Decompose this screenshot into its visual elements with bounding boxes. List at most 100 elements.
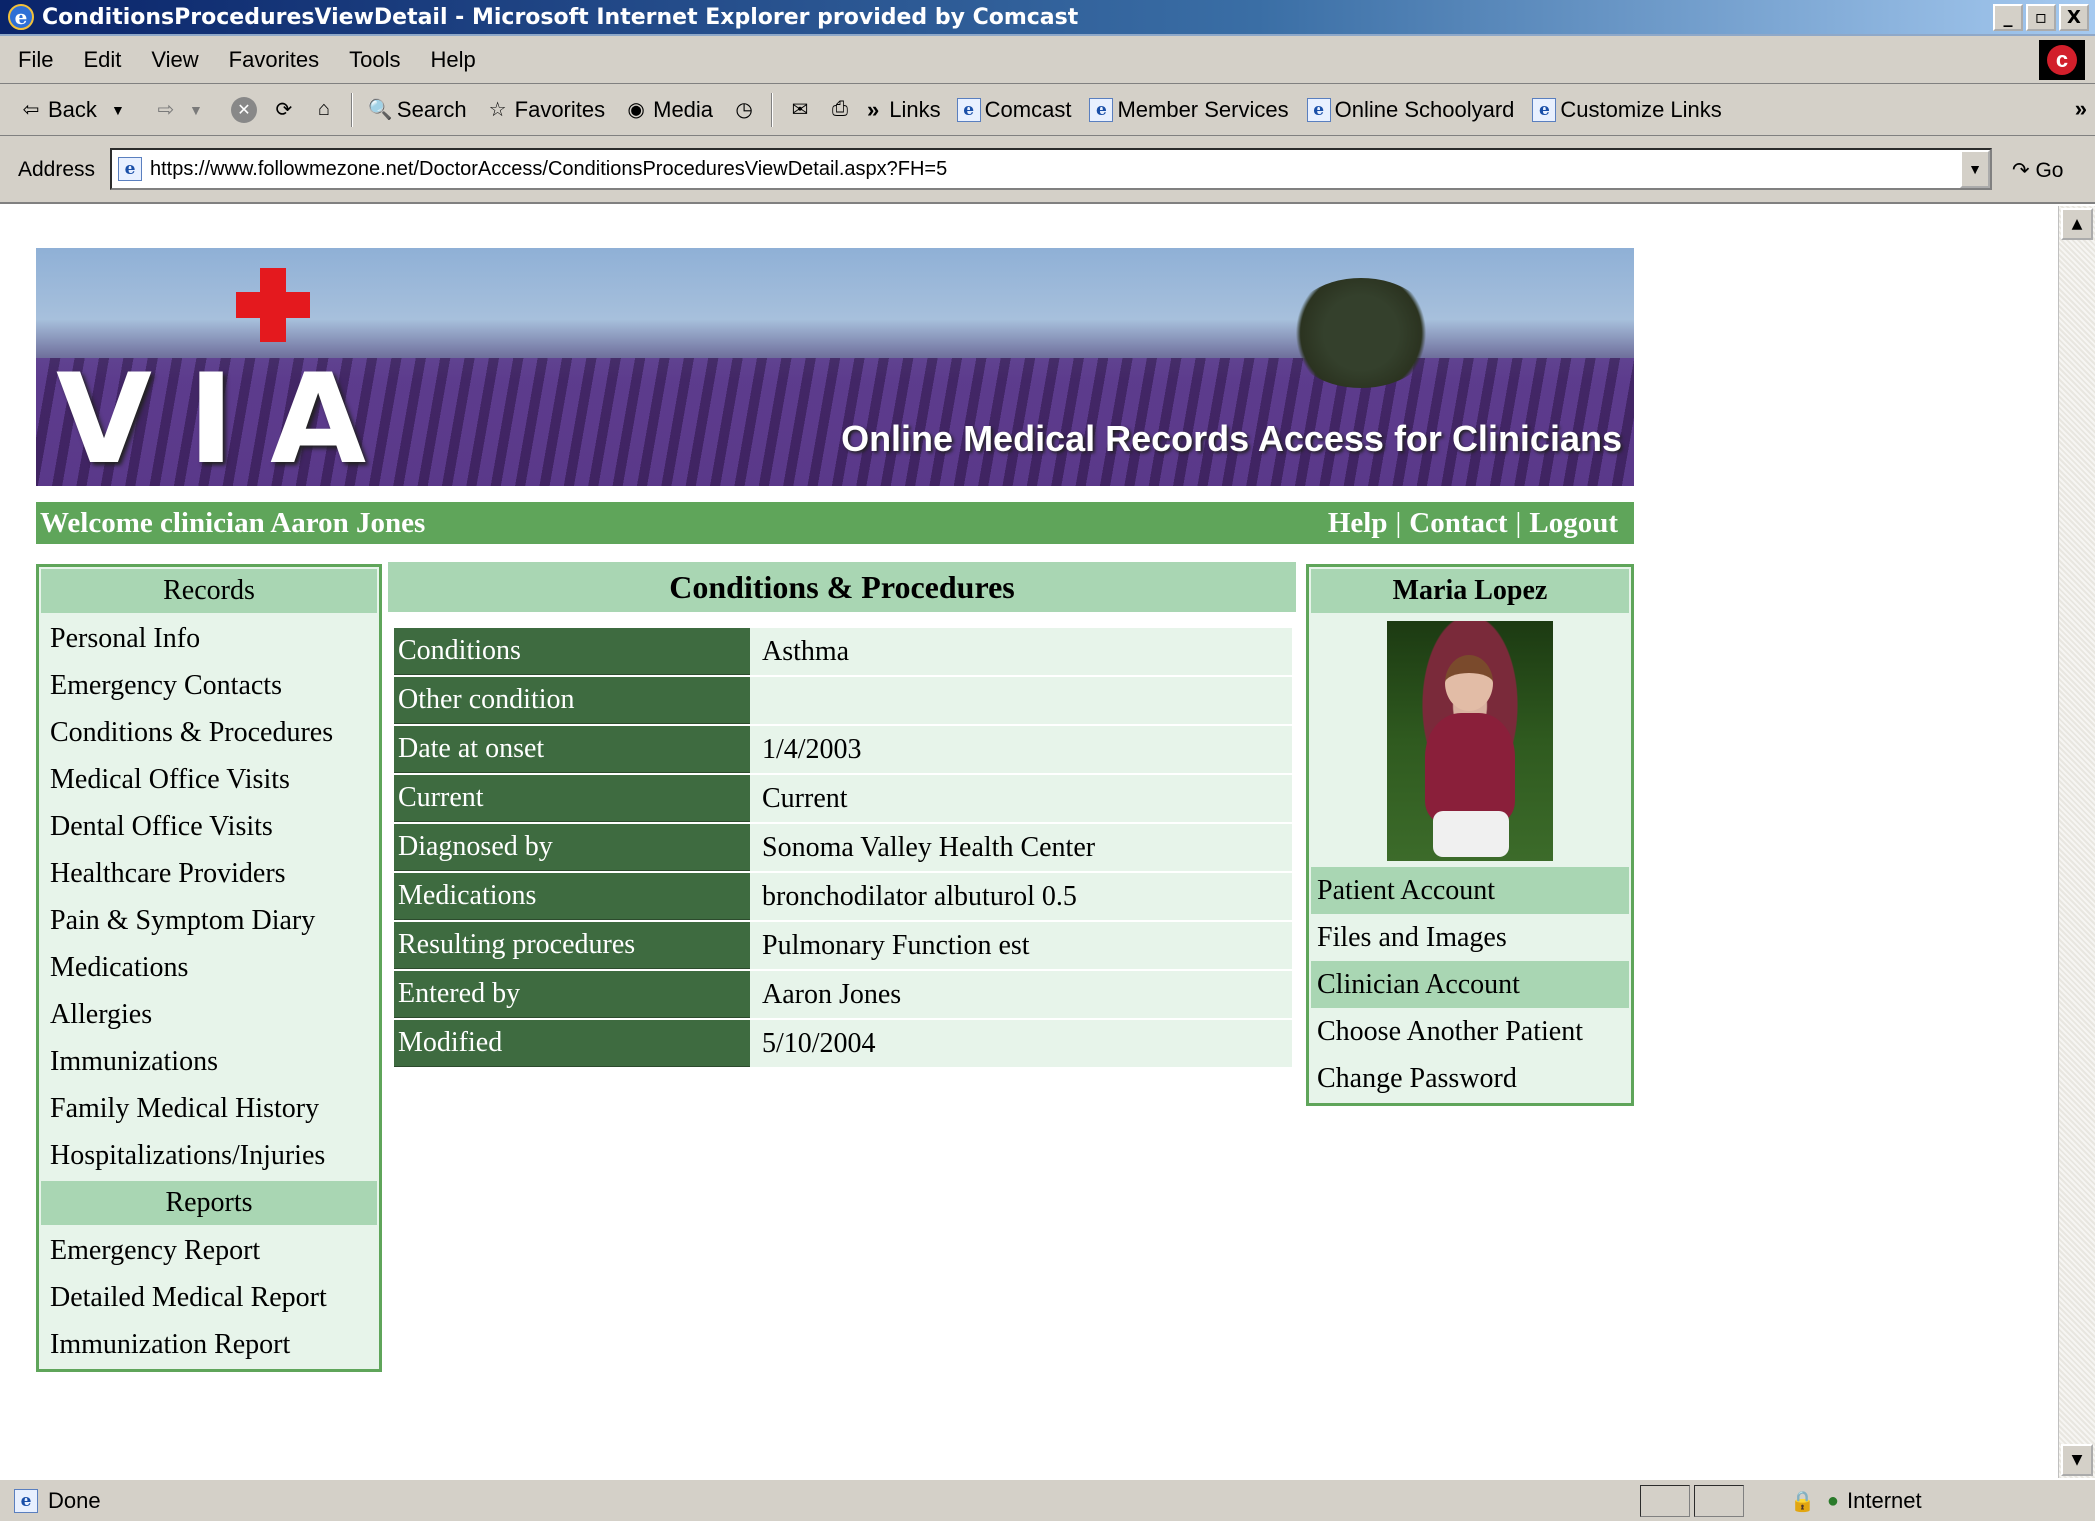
minimize-button[interactable]: _ — [1993, 4, 2023, 31]
choose-another-patient-link[interactable]: Choose Another Patient — [1311, 1008, 1629, 1055]
menu-view[interactable]: View — [151, 47, 198, 73]
field-value: 5/10/2004 — [750, 1020, 1292, 1067]
banner-tagline: Online Medical Records Access for Clinic… — [841, 418, 1622, 459]
clinician-account-link[interactable]: Clinician Account — [1311, 961, 1629, 1008]
records-nav-panel: Records Personal Info Emergency Contacts… — [36, 564, 382, 1372]
media-button[interactable]: ◉ Media — [623, 97, 713, 123]
standard-toolbar: ⇦ Back ▼ ⇨ ▼ ✕ ⟳ ⌂ 🔍 Search ☆ Favorites … — [0, 84, 2095, 136]
address-input[interactable]: e https://www.followmezone.net/DoctorAcc… — [110, 148, 1992, 190]
table-row: Medications bronchodilator albuturol 0.5 — [394, 873, 1292, 920]
top-links: Help | Contact | Logout — [1328, 507, 1618, 540]
nav-emergency-report[interactable]: Emergency Report — [39, 1227, 379, 1274]
nav-medical-office-visits[interactable]: Medical Office Visits — [39, 756, 379, 803]
red-cross-icon — [236, 268, 310, 342]
via-header-banner: V I A Online Medical Records Access for … — [36, 248, 1634, 486]
patient-photo — [1387, 621, 1553, 861]
field-label: Date at onset — [394, 726, 750, 773]
link-online-schoolyard[interactable]: e Online Schoolyard — [1306, 97, 1514, 123]
nav-pain-symptom-diary[interactable]: Pain & Symptom Diary — [39, 897, 379, 944]
nav-conditions-procedures[interactable]: Conditions & Procedures — [39, 709, 379, 756]
nav-allergies[interactable]: Allergies — [39, 991, 379, 1038]
back-arrow-icon: ⇦ — [22, 99, 40, 121]
nav-family-medical-history[interactable]: Family Medical History — [39, 1085, 379, 1132]
mail-icon[interactable]: ✉ — [787, 97, 813, 123]
table-row: Modified 5/10/2004 — [394, 1020, 1292, 1067]
logout-link[interactable]: Logout — [1529, 507, 1618, 539]
toolbar-separator — [350, 92, 353, 127]
nav-detailed-medical-report[interactable]: Detailed Medical Report — [39, 1274, 379, 1321]
toolbar-overflow-chevron-icon[interactable]: » — [867, 97, 879, 123]
field-value: Asthma — [750, 628, 1292, 675]
nav-dental-office-visits[interactable]: Dental Office Visits — [39, 803, 379, 850]
menu-tools[interactable]: Tools — [349, 47, 400, 73]
nav-healthcare-providers[interactable]: Healthcare Providers — [39, 850, 379, 897]
search-button[interactable]: 🔍 Search — [367, 97, 466, 123]
contact-link[interactable]: Contact — [1409, 507, 1507, 539]
link-member-services[interactable]: e Member Services — [1089, 97, 1289, 123]
scroll-up-arrow-icon[interactable]: ▲ — [2061, 208, 2093, 240]
records-heading: Records — [41, 569, 377, 613]
nav-personal-info[interactable]: Personal Info — [39, 615, 379, 662]
home-icon[interactable]: ⌂ — [311, 97, 337, 123]
link-customize-links[interactable]: e Customize Links — [1532, 97, 1722, 123]
help-link[interactable]: Help — [1328, 507, 1388, 539]
links-overflow-chevron-icon[interactable]: » — [2075, 96, 2087, 122]
nav-hospitalizations-injuries[interactable]: Hospitalizations/Injuries — [39, 1132, 379, 1179]
internet-explorer-icon: e — [8, 4, 34, 30]
forward-button[interactable]: ⇨ ▼ — [153, 97, 213, 123]
ie-page-icon: e — [956, 97, 981, 122]
comcast-logo: c — [2039, 40, 2085, 80]
via-logo: V I A — [56, 348, 367, 486]
patient-account-link[interactable]: Patient Account — [1311, 867, 1629, 914]
link-comcast[interactable]: e Comcast — [956, 97, 1071, 123]
search-icon: 🔍 — [367, 99, 393, 121]
reports-heading: Reports — [41, 1181, 377, 1225]
ie-page-icon: e — [118, 157, 142, 181]
vertical-scrollbar[interactable]: ▲ ▼ — [2058, 206, 2095, 1478]
refresh-icon[interactable]: ⟳ — [271, 97, 297, 123]
address-bar: Address e https://www.followmezone.net/D… — [0, 136, 2095, 204]
window-controls: _ ▫ X — [1993, 4, 2089, 31]
field-label: Resulting procedures — [394, 922, 750, 969]
nav-medications[interactable]: Medications — [39, 944, 379, 991]
menu-help[interactable]: Help — [431, 47, 476, 73]
condition-detail-table: Conditions Asthma Other condition Date at… — [394, 626, 1292, 1069]
dropdown-arrow-icon: ▼ — [188, 101, 203, 118]
address-dropdown-button[interactable]: ▼ — [1960, 150, 1990, 188]
nav-immunization-report[interactable]: Immunization Report — [39, 1321, 379, 1368]
go-button[interactable]: ↷ Go — [2012, 158, 2063, 183]
field-label: Current — [394, 775, 750, 822]
back-button[interactable]: ⇦ Back ▼ — [18, 97, 135, 123]
window-title-bar: e ConditionsProceduresViewDetail - Micro… — [0, 0, 2095, 36]
menu-favorites[interactable]: Favorites — [229, 47, 319, 73]
menu-edit[interactable]: Edit — [83, 47, 121, 73]
files-and-images-link[interactable]: Files and Images — [1311, 914, 1629, 961]
history-icon[interactable]: ◷ — [731, 97, 757, 123]
welcome-text: Welcome clinician Aaron Jones — [40, 506, 426, 539]
stop-icon[interactable]: ✕ — [230, 96, 257, 123]
change-password-link[interactable]: Change Password — [1311, 1055, 1629, 1102]
field-label: Diagnosed by — [394, 824, 750, 871]
field-label: Conditions — [394, 628, 750, 675]
nav-emergency-contacts[interactable]: Emergency Contacts — [39, 662, 379, 709]
maximize-button[interactable]: ▫ — [2026, 4, 2056, 31]
table-row: Entered by Aaron Jones — [394, 971, 1292, 1018]
favorites-button[interactable]: ☆ Favorites — [485, 97, 605, 123]
address-label: Address — [18, 158, 96, 181]
page-title: Conditions & Procedures — [388, 562, 1296, 612]
close-button[interactable]: X — [2059, 4, 2089, 31]
field-value: Current — [750, 775, 1292, 822]
nav-immunizations[interactable]: Immunizations — [39, 1038, 379, 1085]
welcome-bar: Welcome clinician Aaron Jones Help | Conta… — [36, 502, 1634, 544]
toolbar-separator — [771, 92, 774, 127]
print-icon[interactable]: ⎙ — [827, 97, 853, 123]
ie-page-icon: e — [1532, 97, 1557, 122]
menu-file[interactable]: File — [18, 47, 53, 73]
ie-page-icon: e — [1089, 97, 1114, 122]
status-panel — [1694, 1485, 1744, 1517]
forward-arrow-icon: ⇨ — [157, 99, 175, 121]
media-icon: ◉ — [627, 99, 645, 121]
menu-bar: File Edit View Favorites Tools Help c — [0, 36, 2095, 84]
scroll-down-arrow-icon[interactable]: ▼ — [2061, 1444, 2093, 1476]
status-bar: e Done 🔒 ● Internet — [0, 1478, 2095, 1521]
